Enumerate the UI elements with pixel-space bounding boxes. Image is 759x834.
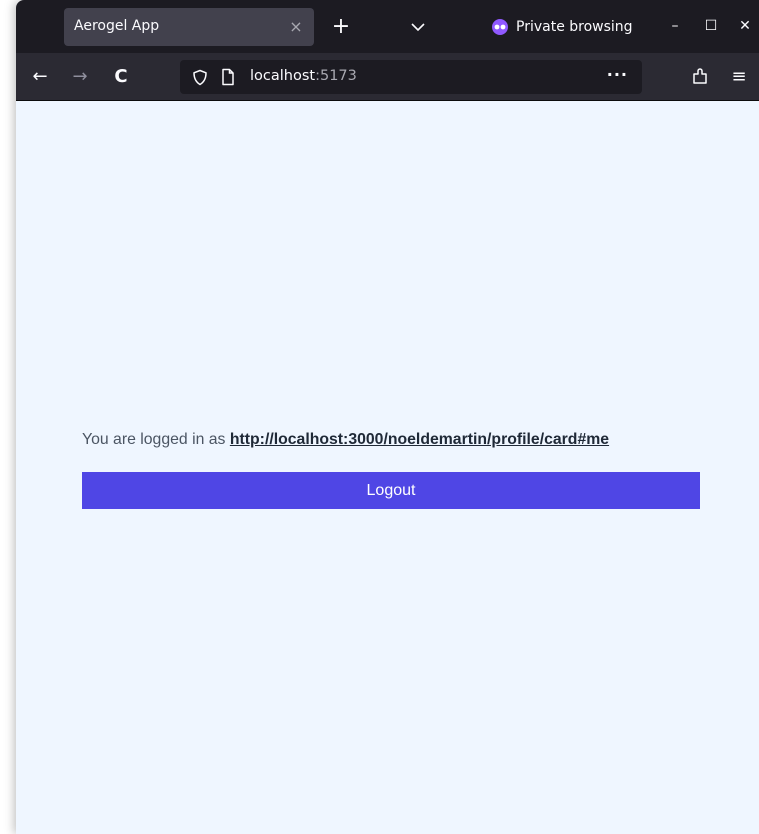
tracking-shield-icon[interactable] bbox=[192, 69, 208, 90]
private-browsing-label: Private browsing bbox=[516, 19, 633, 35]
tab-strip: Aerogel App × + Private browsing – ☐ ✕ bbox=[16, 0, 759, 53]
browser-window: Aerogel App × + Private browsing – ☐ ✕ ←… bbox=[16, 0, 759, 834]
hamburger-menu-icon[interactable]: ≡ bbox=[728, 63, 750, 91]
url-port: :5173 bbox=[315, 68, 357, 84]
login-status-message: You are logged in as http://localhost:30… bbox=[82, 431, 702, 449]
login-status-prefix: You are logged in as bbox=[82, 431, 230, 448]
tab-aerogel-app[interactable]: Aerogel App × bbox=[64, 8, 314, 46]
webid-link[interactable]: http://localhost:3000/noeldemartin/profi… bbox=[230, 431, 609, 448]
url-host: localhost bbox=[250, 68, 316, 84]
private-browsing-indicator: Private browsing bbox=[492, 16, 633, 38]
url-text[interactable]: localhost:5173 bbox=[250, 68, 357, 84]
logout-button[interactable]: Logout bbox=[82, 472, 700, 509]
extensions-icon[interactable] bbox=[690, 66, 710, 90]
tab-title: Aerogel App bbox=[74, 18, 160, 34]
new-tab-icon[interactable]: + bbox=[328, 12, 354, 42]
page-info-icon[interactable] bbox=[220, 68, 236, 90]
minimize-icon[interactable]: – bbox=[664, 14, 686, 38]
private-mask-icon bbox=[492, 19, 508, 35]
maximize-icon[interactable]: ☐ bbox=[700, 14, 722, 38]
url-bar[interactable]: localhost:5173 ··· bbox=[180, 60, 642, 94]
close-tab-icon[interactable]: × bbox=[286, 17, 306, 37]
forward-arrow-icon[interactable]: → bbox=[66, 63, 94, 91]
navigation-toolbar: ← → C localhost:5173 ··· ≡ bbox=[16, 53, 759, 101]
chevron-down-icon[interactable] bbox=[406, 14, 430, 40]
page-content: You are logged in as http://localhost:30… bbox=[16, 101, 759, 834]
reload-icon[interactable]: C bbox=[107, 63, 135, 91]
page-actions-more-icon[interactable]: ··· bbox=[607, 65, 628, 84]
close-window-icon[interactable]: ✕ bbox=[734, 14, 756, 38]
back-arrow-icon[interactable]: ← bbox=[26, 63, 54, 91]
